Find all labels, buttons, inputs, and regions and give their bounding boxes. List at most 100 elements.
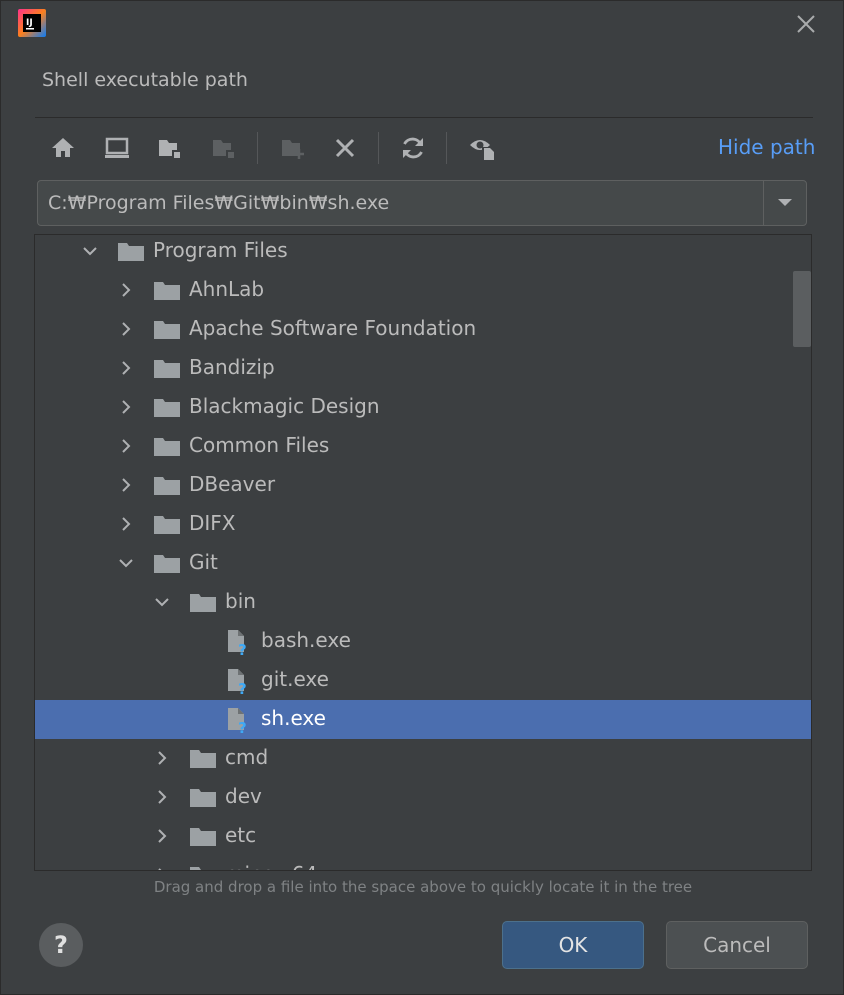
toolbar-separator xyxy=(257,132,258,164)
tree-item-label: dev xyxy=(225,784,262,808)
desktop-icon xyxy=(105,137,129,158)
folder-icon xyxy=(153,550,180,576)
unknown-file-icon: ? xyxy=(225,667,249,698)
hide-path-link[interactable]: Hide path xyxy=(718,135,815,159)
chevron-down-icon[interactable] xyxy=(153,593,171,611)
tree-file-item[interactable]: ? git.exe xyxy=(35,661,811,700)
chevron-down-icon xyxy=(778,199,792,206)
project-folder-button[interactable] xyxy=(150,126,190,170)
toolbar-separator xyxy=(446,132,447,164)
ok-button[interactable]: OK xyxy=(502,921,644,969)
tree-file-item[interactable]: ? bash.exe xyxy=(35,622,811,661)
path-input[interactable] xyxy=(48,181,758,225)
tree-folder-item[interactable]: Bandizip xyxy=(35,349,811,388)
folder-icon xyxy=(117,238,144,264)
desktop-button[interactable] xyxy=(97,126,137,170)
folder-icon xyxy=(189,745,216,771)
module-folder-icon xyxy=(213,140,235,159)
tree-item-label: Bandizip xyxy=(189,355,275,379)
tree-folder-item[interactable]: Common Files xyxy=(35,427,811,466)
cancel-button[interactable]: Cancel xyxy=(666,921,808,969)
chevron-right-icon[interactable] xyxy=(153,788,171,806)
drag-drop-hint: Drag and drop a file into the space abov… xyxy=(153,878,693,896)
chevron-right-icon[interactable] xyxy=(153,866,171,870)
chevron-right-icon[interactable] xyxy=(153,827,171,845)
tree-item-label: Blackmagic Design xyxy=(189,394,380,418)
svg-text:?: ? xyxy=(238,719,247,734)
svg-text:?: ? xyxy=(238,641,247,656)
chevron-right-icon[interactable] xyxy=(153,749,171,767)
tree-item-label: bin xyxy=(225,589,256,613)
tree-folder-item[interactable]: Git xyxy=(35,544,811,583)
chevron-right-icon[interactable] xyxy=(117,437,135,455)
tree-item-label: bash.exe xyxy=(261,628,351,652)
dialog-title: Shell executable path xyxy=(42,69,248,91)
chevron-down-icon[interactable] xyxy=(117,554,135,572)
folder-icon xyxy=(189,784,216,810)
chevron-down-icon[interactable] xyxy=(81,242,99,260)
help-button[interactable]: ? xyxy=(39,923,83,967)
show-hidden-button[interactable] xyxy=(463,126,503,170)
folder-icon xyxy=(153,511,180,537)
folder-icon xyxy=(189,589,216,615)
file-tree[interactable]: Program Files AhnLab Apache Software Found… xyxy=(34,234,812,871)
tree-item-label: mingw64 xyxy=(225,862,317,870)
tree-item-label: Apache Software Foundation xyxy=(189,316,477,340)
svg-text:?: ? xyxy=(238,680,247,695)
home-button[interactable] xyxy=(43,126,83,170)
tree-folder-item[interactable]: Program Files xyxy=(35,235,811,271)
folder-icon xyxy=(153,355,180,381)
toolbar xyxy=(35,126,815,170)
tree-file-item[interactable]: ? sh.exe xyxy=(35,700,811,739)
svg-text:IJ: IJ xyxy=(26,18,33,28)
new-folder-button[interactable] xyxy=(273,126,313,170)
tree-item-label: git.exe xyxy=(261,667,329,691)
close-button[interactable] xyxy=(793,11,819,37)
intellij-icon: IJ xyxy=(17,8,47,38)
folder-icon xyxy=(153,433,180,459)
chevron-right-icon[interactable] xyxy=(117,359,135,377)
tree-item-label: Program Files xyxy=(153,238,288,262)
delete-button[interactable] xyxy=(325,126,365,170)
chevron-right-icon[interactable] xyxy=(117,398,135,416)
tree-folder-item[interactable]: Apache Software Foundation xyxy=(35,310,811,349)
tree-folder-item[interactable]: DIFX xyxy=(35,505,811,544)
toolbar-separator xyxy=(378,132,379,164)
chevron-right-icon[interactable] xyxy=(117,476,135,494)
project-folder-icon xyxy=(159,140,181,159)
home-icon xyxy=(52,138,74,157)
tree-folder-item[interactable]: AhnLab xyxy=(35,271,811,310)
tree-folder-item[interactable]: etc xyxy=(35,817,811,856)
show-hidden-icon xyxy=(470,140,495,160)
unknown-file-icon: ? xyxy=(225,628,249,659)
chevron-right-icon[interactable] xyxy=(117,320,135,338)
divider xyxy=(35,117,813,118)
tree-folder-item[interactable]: mingw64 xyxy=(35,856,811,870)
tree-item-label: DIFX xyxy=(189,511,236,535)
tree-item-label: DBeaver xyxy=(189,472,276,496)
unknown-file-icon: ? xyxy=(225,706,249,737)
new-folder-icon xyxy=(282,140,304,159)
folder-icon xyxy=(153,316,180,342)
tree-item-label: Common Files xyxy=(189,433,330,457)
tree-item-label: AhnLab xyxy=(189,277,265,301)
folder-icon xyxy=(153,277,180,303)
chevron-right-icon[interactable] xyxy=(117,515,135,533)
tree-item-label: sh.exe xyxy=(261,706,326,730)
module-folder-button[interactable] xyxy=(204,126,244,170)
tree-folder-item[interactable]: bin xyxy=(35,583,811,622)
tree-item-label: Git xyxy=(189,550,218,574)
refresh-button[interactable] xyxy=(393,126,433,170)
refresh-icon xyxy=(403,137,423,159)
tree-item-label: etc xyxy=(225,823,257,847)
tree-folder-item[interactable]: dev xyxy=(35,778,811,817)
tree-folder-item[interactable]: Blackmagic Design xyxy=(35,388,811,427)
tree-folder-item[interactable]: DBeaver xyxy=(35,466,811,505)
file-chooser-dialog: IJ Shell executable path Hide path C:₩Pr… xyxy=(0,0,844,995)
path-dropdown-button[interactable] xyxy=(763,181,806,225)
folder-icon xyxy=(153,472,180,498)
delete-icon xyxy=(335,138,355,158)
chevron-right-icon[interactable] xyxy=(117,281,135,299)
folder-icon xyxy=(189,862,216,870)
tree-folder-item[interactable]: cmd xyxy=(35,739,811,778)
